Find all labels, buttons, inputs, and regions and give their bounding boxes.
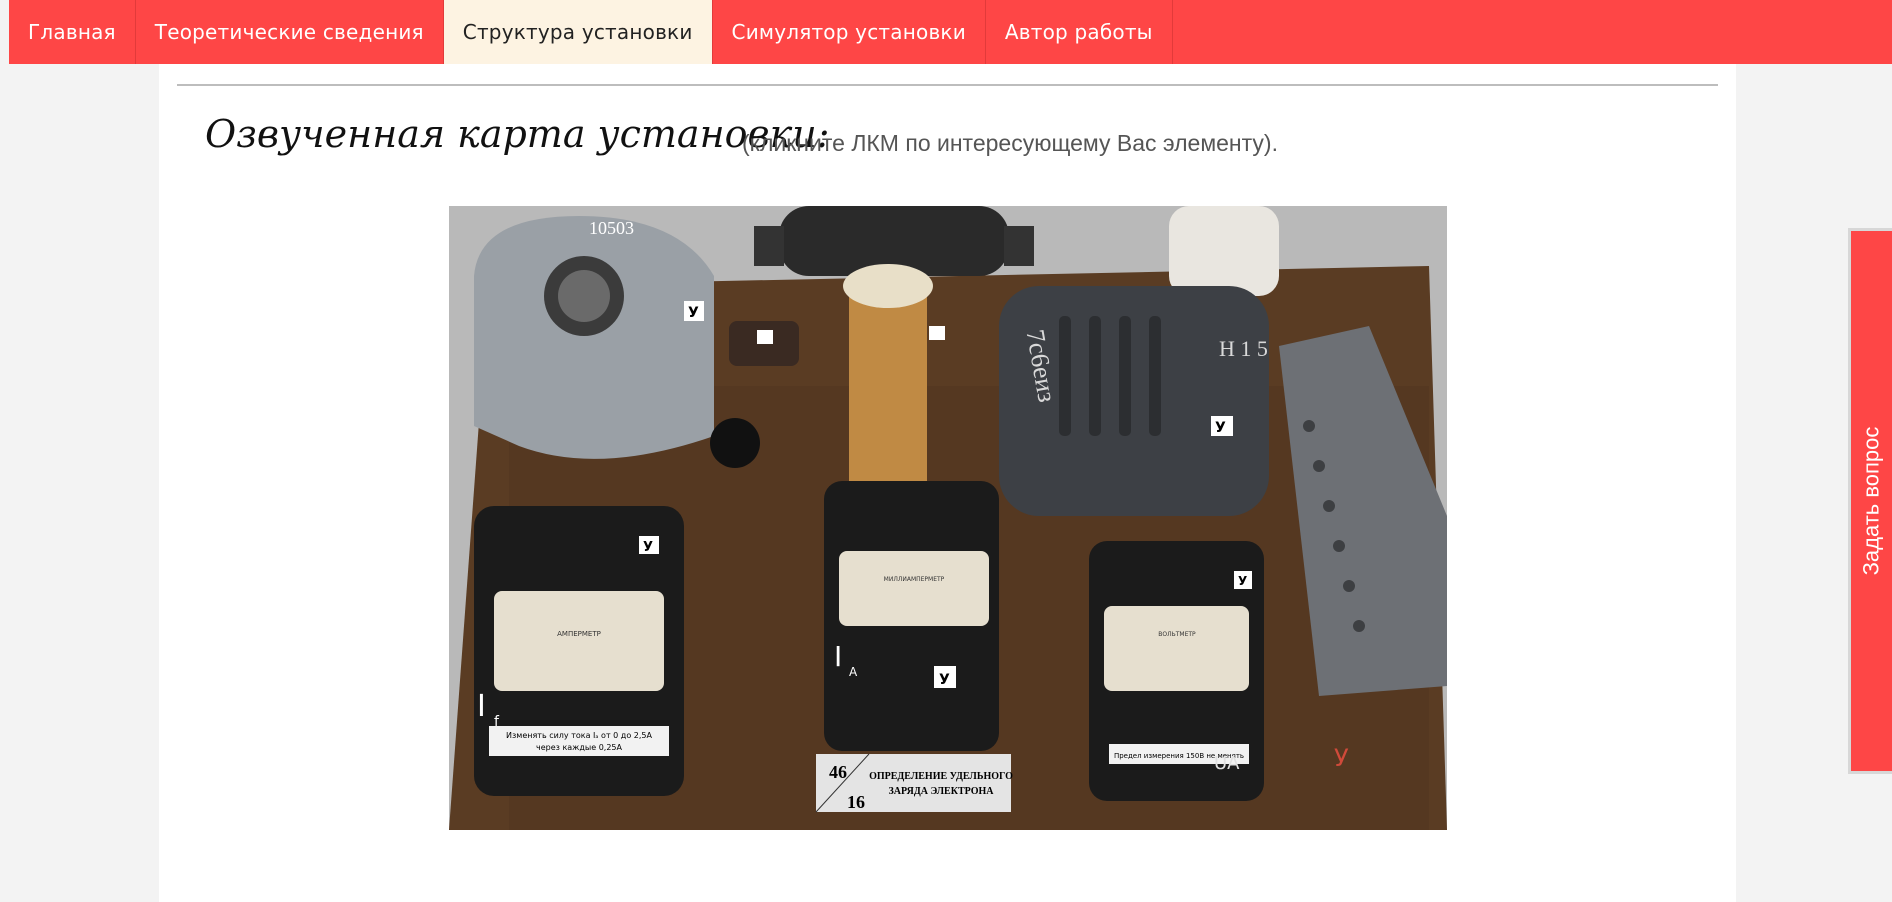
autotransformer[interactable]: 10503 У (474, 216, 714, 459)
ask-question-label: Задать вопрос (1858, 426, 1884, 576)
white-holder (1169, 206, 1279, 296)
top-navbar: Главная Теоретические сведения Структура… (9, 0, 1892, 64)
nav-item-theory[interactable]: Теоретические сведения (136, 0, 444, 64)
ammeter-title: АМПЕРМЕТР (557, 630, 601, 638)
milliammeter-middle[interactable]: МИЛЛИАМПЕРМЕТР У I A (824, 481, 999, 751)
nav-item-setup-structure[interactable]: Структура установки (443, 0, 713, 64)
plate-top-text: 10503 (589, 218, 634, 238)
nav-item-home[interactable]: Главная (9, 0, 136, 64)
ammeter-left-label: У (643, 540, 653, 555)
divider (177, 84, 1718, 86)
nav-item-author[interactable]: Автор работы (986, 0, 1173, 64)
page-heading: Озвученная карта установки: (205, 112, 830, 156)
milliammeter-label: У (939, 672, 950, 688)
ia-letter: I (834, 640, 842, 673)
plate-number-bottom: 16 (847, 792, 865, 812)
if-letter: I (477, 689, 486, 724)
title-plate: 46 16 ОПРЕДЕЛЕНИЕ УДЕЛЬНОГО ЗАРЯДА ЭЛЕКТ… (815, 753, 1013, 813)
ia-subscript: A (849, 665, 858, 679)
hint-text: (кликните ЛКМ по интересующему Вас элеме… (742, 130, 1278, 156)
bench-mark: У (1334, 744, 1349, 772)
voltmeter-right[interactable]: ВОЛЬТМЕТР У Предел измерения 150В не мен… (1089, 541, 1264, 801)
milliammeter-title: МИЛЛИАМПЕРМЕТР (884, 576, 945, 583)
ask-question-button[interactable]: Задать вопрос (1848, 228, 1892, 774)
plate-title-2: ЗАРЯДА ЭЛЕКТРОНА (889, 786, 995, 797)
box-label: У (1215, 420, 1226, 436)
plate-number-top: 46 (829, 762, 847, 782)
solenoid-box[interactable]: 7с6еиз Н 1 5 У (999, 286, 1269, 516)
voltmeter-label: У (1238, 574, 1247, 588)
latr-label: У (688, 305, 699, 321)
nav-item-simulator[interactable]: Симулятор установки (713, 0, 986, 64)
ua-letters: UA (1214, 753, 1240, 774)
note-left-line1: Изменять силу тока Iₐ от 0 до 2,5А (506, 731, 652, 740)
note-left-line2: через каждые 0,25А (536, 743, 623, 752)
box-handwriting-2: Н 1 5 (1219, 336, 1268, 361)
setup-image-map[interactable]: 10503 У 7с6еиз Н 1 5 У АМПЕРМЕТР У I f И… (449, 206, 1447, 830)
main-content: Озвученная карта установки: (кликните ЛК… (159, 64, 1736, 902)
ammeter-left[interactable]: АМПЕРМЕТР У I f Изменять силу тока Iₐ от… (474, 506, 684, 796)
voltmeter-title: ВОЛЬТМЕТР (1158, 631, 1196, 638)
plate-title-1: ОПРЕДЕЛЕНИЕ УДЕЛЬНОГО (869, 771, 1013, 782)
